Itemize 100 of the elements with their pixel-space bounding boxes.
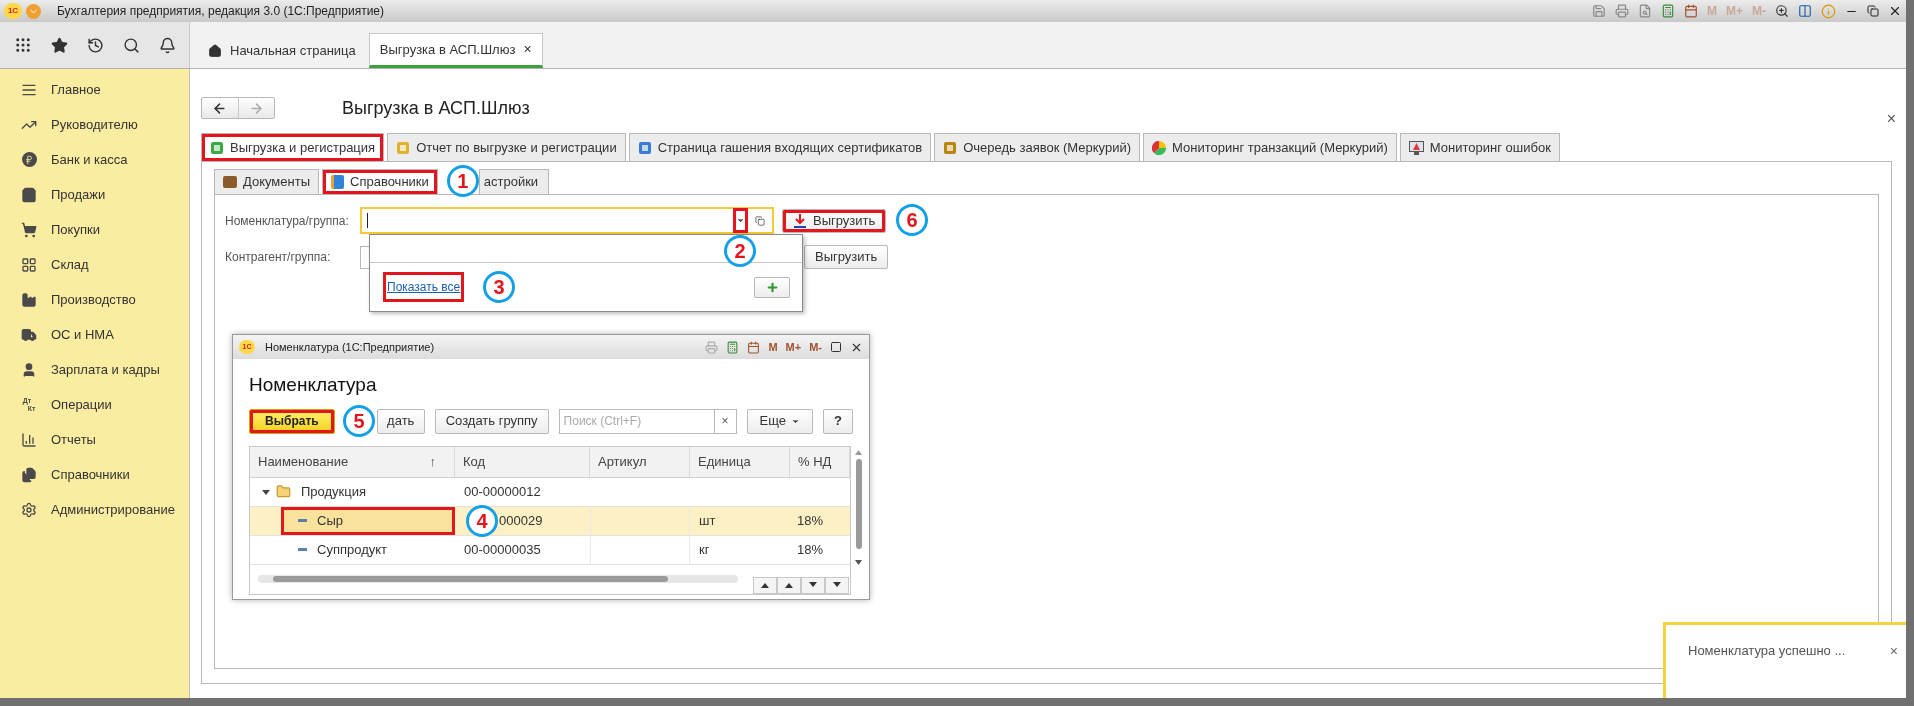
sidebar-item[interactable]: Руководителю <box>0 107 189 142</box>
column-header[interactable]: Код <box>455 446 590 477</box>
sidebar-item[interactable]: Покупки <box>0 212 189 247</box>
panel-icon[interactable] <box>1798 4 1812 18</box>
column-header[interactable]: Артикул <box>590 446 690 477</box>
calculator-icon[interactable] <box>726 340 740 354</box>
search-input[interactable]: Поиск (Ctrl+F) <box>559 409 714 433</box>
text-cursor <box>367 213 368 228</box>
history-icon[interactable] <box>87 36 104 54</box>
grid-icon <box>21 256 37 273</box>
subtab[interactable]: Справочники <box>322 169 438 194</box>
name-cell: Сыр <box>281 506 455 535</box>
truck-icon <box>21 326 37 343</box>
horizontal-scrollbar[interactable] <box>258 575 738 583</box>
window-title: Бухгалтерия предприятия, редакция 3.0 (1С:Предприятие) <box>57 3 385 20</box>
sidebar-item[interactable]: Администрирование <box>0 492 189 527</box>
bell-icon[interactable] <box>159 36 176 54</box>
maximize-icon[interactable] <box>830 341 842 353</box>
apps-grid-icon[interactable] <box>14 36 32 54</box>
table-row[interactable]: Сыр 4 000029 шт 18% <box>250 506 850 536</box>
field-label: Контрагент/группа: <box>225 249 332 266</box>
help-button[interactable]: ? <box>823 408 853 434</box>
scrollbar-thumb[interactable] <box>855 458 862 549</box>
subtab[interactable]: астройки <box>478 169 550 194</box>
memory-button[interactable]: M <box>768 338 778 356</box>
table-row[interactable]: Продукция 00-00000012 <box>250 477 850 507</box>
table-cell-text: 000029 <box>499 511 543 530</box>
ruble-coin-icon <box>21 151 37 168</box>
callout-number: 1 <box>446 165 479 197</box>
calendar-icon[interactable] <box>1684 4 1698 18</box>
sidebar-item[interactable]: Банк и касса <box>0 142 189 177</box>
field-label: Номенклатура/группа: <box>225 212 350 230</box>
scroll-up-icon[interactable] <box>855 449 862 455</box>
column-header[interactable]: % НД <box>790 446 850 477</box>
open-tab[interactable]: Выгрузка в АСП.Шлюз × <box>368 33 543 68</box>
open-icon[interactable] <box>755 215 765 226</box>
item-icon <box>298 519 307 522</box>
column-header[interactable]: Наименование ↑ <box>250 446 455 477</box>
star-icon[interactable] <box>51 36 68 54</box>
memory-button[interactable]: M+ <box>785 338 802 356</box>
close-icon[interactable] <box>1888 4 1902 18</box>
pie-chart-icon <box>1152 140 1167 155</box>
create-group-button[interactable]: Создать группу <box>434 408 549 434</box>
memory-button[interactable]: M- <box>809 338 822 356</box>
search-clear[interactable]: × <box>713 409 736 433</box>
address-book-icon <box>331 175 344 189</box>
name-cell: Суппродукт <box>281 535 455 564</box>
calculator-icon[interactable] <box>1661 4 1675 18</box>
cart-icon <box>21 221 37 238</box>
notification-close[interactable]: × <box>1889 641 1898 662</box>
callout-number: 4 <box>466 504 498 537</box>
tab[interactable]: Очередь заявок (Меркурий) <box>934 133 1141 161</box>
tab[interactable]: Отчет по выгрузке и регистрации <box>387 133 626 161</box>
restore-icon[interactable] <box>1867 5 1879 17</box>
notification-text: Номенклатура успешно ... <box>1688 642 1846 660</box>
scroll-down-icon[interactable] <box>855 559 862 565</box>
show-all-link[interactable]: Показать все <box>383 272 465 302</box>
tab[interactable]: Страница гашения входящих сертификатов <box>628 133 932 161</box>
scrollbar-thumb[interactable] <box>273 576 668 582</box>
column-header[interactable]: Единица <box>690 446 790 477</box>
subtab[interactable]: Документы <box>214 169 319 194</box>
sidebar-item[interactable]: ОС и НМА <box>0 317 189 352</box>
add-button[interactable] <box>754 276 790 298</box>
select-button[interactable]: Выбрать <box>249 408 335 434</box>
calendar-icon[interactable] <box>747 340 761 354</box>
forward-arrow-icon <box>248 100 264 116</box>
table-cell-text: 00-00000012 <box>463 482 542 501</box>
monitor-warning-icon <box>1408 140 1424 155</box>
tab-close[interactable]: × <box>523 39 532 60</box>
tab[interactable]: Выгрузка и регистрация <box>201 133 385 161</box>
sidebar-item[interactable]: Зарплата и кадры <box>0 352 189 387</box>
table-row[interactable]: Суппродукт 00-00000035 кг 18% <box>250 535 850 565</box>
sidebar-item[interactable]: Справочники <box>0 457 189 492</box>
sidebar-item[interactable]: Производство <box>0 282 189 317</box>
export-button[interactable]: Выгрузить <box>782 208 887 233</box>
bar-chart-icon <box>21 431 37 448</box>
export-button[interactable]: Выгрузить <box>804 245 889 269</box>
tab[interactable]: Мониторинг транзакций (Меркурий) <box>1143 133 1397 161</box>
create-button[interactable]: дать <box>376 408 425 434</box>
print-icon[interactable] <box>1615 4 1629 18</box>
person-icon <box>21 361 37 378</box>
app-logo: 1С <box>4 3 22 19</box>
table-cell-text: 18% <box>796 511 825 530</box>
search-icon[interactable] <box>123 36 140 54</box>
page-close[interactable]: × <box>1886 107 1896 131</box>
sidebar-item[interactable]: Продажи <box>0 177 189 212</box>
preview-icon[interactable] <box>1638 4 1652 18</box>
sidebar-item[interactable]: Склад <box>0 247 189 282</box>
tab[interactable]: Мониторинг ошибок <box>1399 133 1560 161</box>
dropdown-button[interactable] <box>733 208 748 233</box>
table-cell-text: 18% <box>796 540 825 559</box>
zoom-icon[interactable] <box>1775 4 1789 18</box>
caret-icon <box>736 216 745 225</box>
sidebar-item[interactable]: Отчеты <box>0 422 189 457</box>
sidebar-item[interactable]: Главное <box>0 72 189 107</box>
save-icon[interactable] <box>1592 4 1606 18</box>
table-cell-text: кг <box>698 540 711 559</box>
settings-icon <box>21 501 37 518</box>
search-field[interactable]: Поиск (Ctrl+F) × <box>558 408 737 434</box>
more-button[interactable]: Еще <box>746 408 814 434</box>
